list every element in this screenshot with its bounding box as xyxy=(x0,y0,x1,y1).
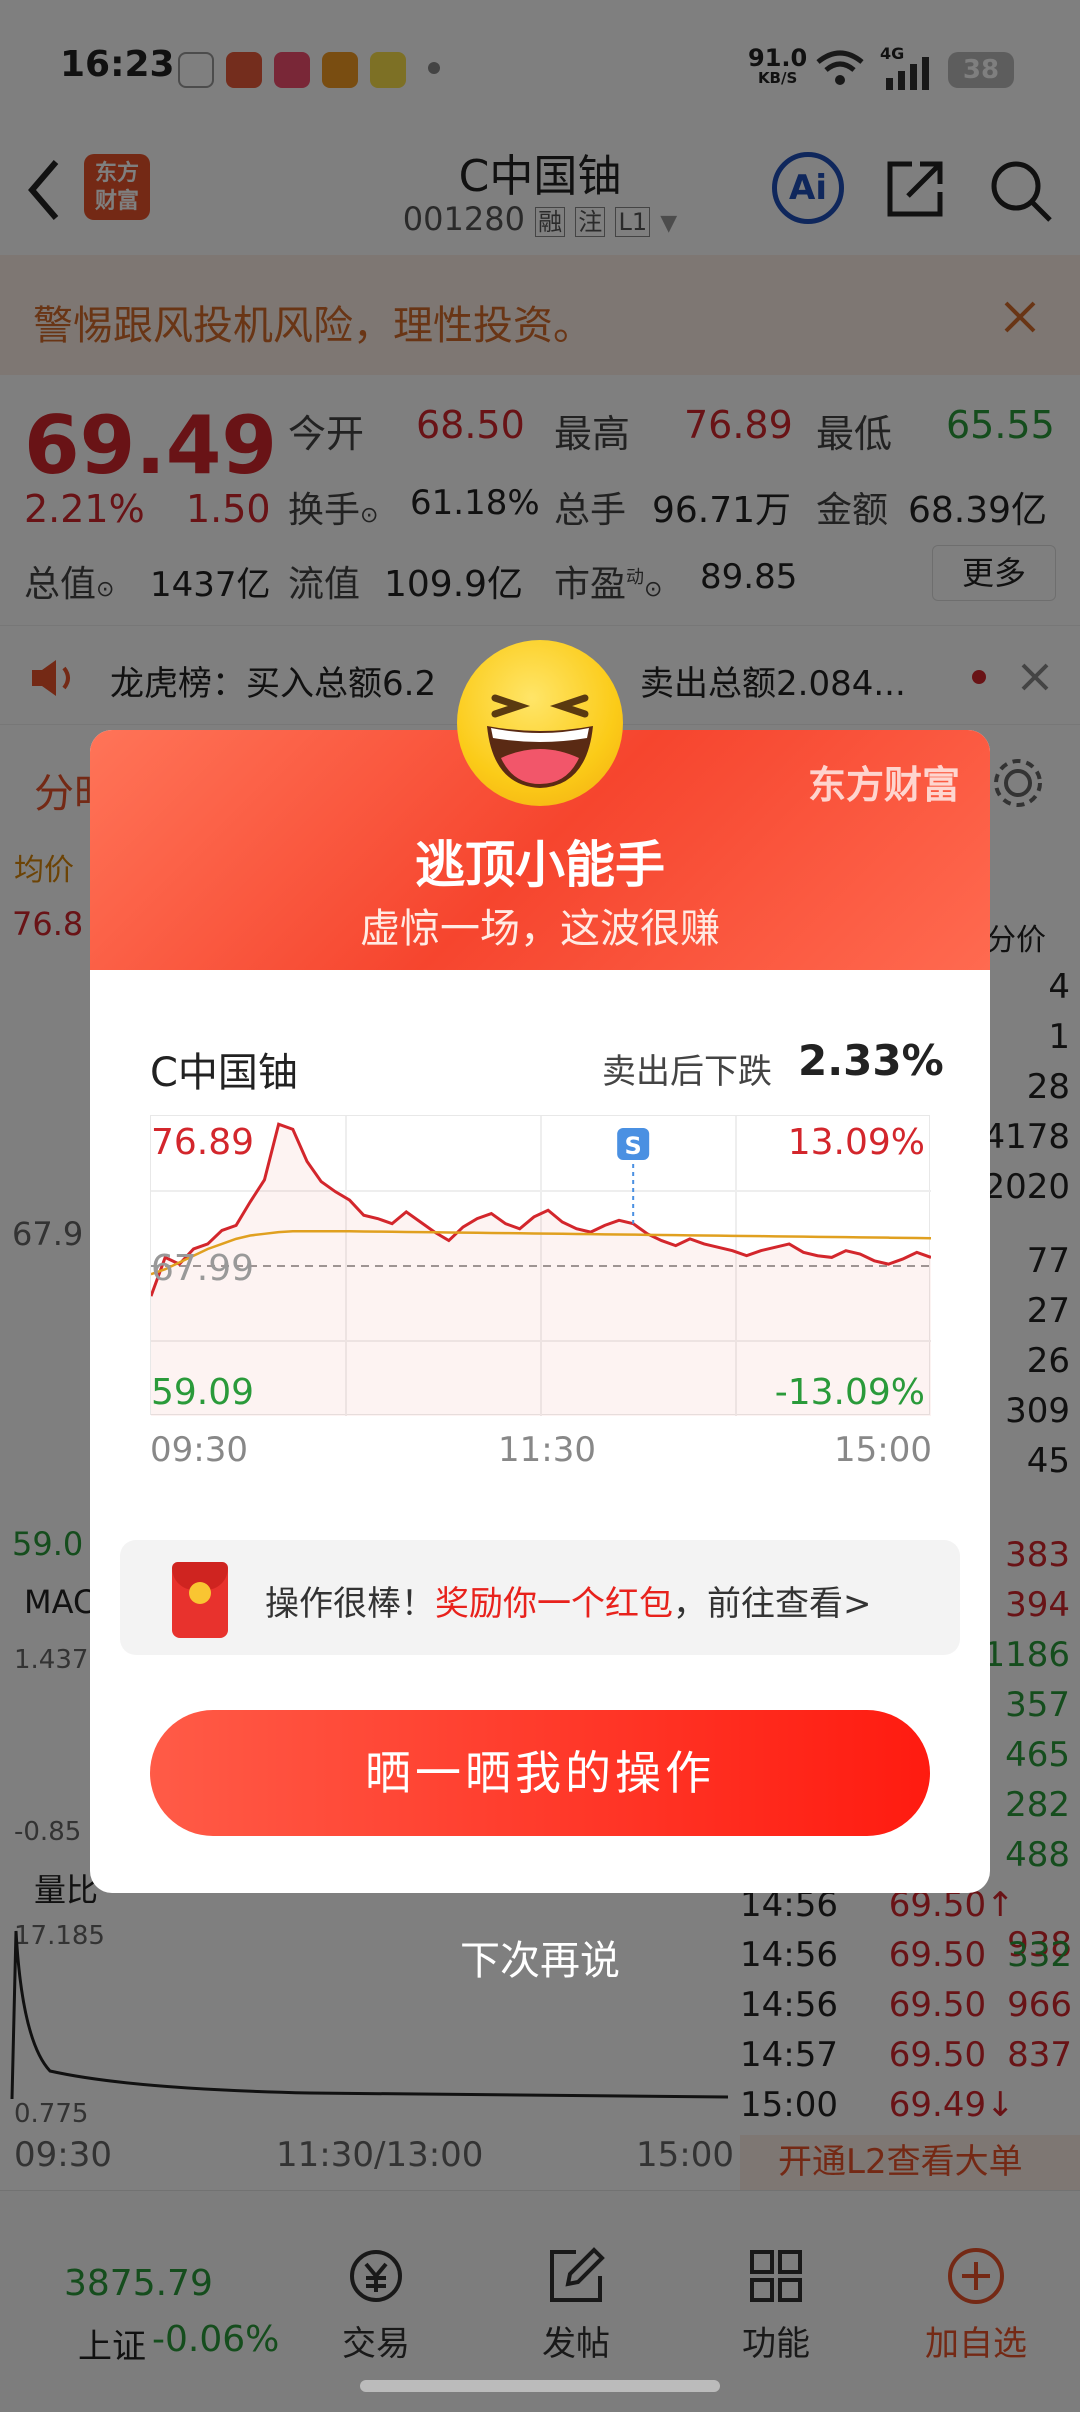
chart-time-open: 09:30 xyxy=(150,1430,248,1470)
laughing-emoji-icon xyxy=(457,640,623,806)
reward-text: 操作很棒！奖励你一个红包，前往查看> xyxy=(265,1584,872,1624)
chart-pct-high: 13.09% xyxy=(787,1122,925,1163)
red-packet-reward[interactable]: 操作很棒！奖励你一个红包，前往查看> xyxy=(120,1540,960,1655)
red-envelope-icon xyxy=(172,1562,228,1638)
sell-marker-label: S xyxy=(625,1132,642,1160)
chart-base-label: 67.99 xyxy=(151,1248,255,1289)
drop-value: 2.33% xyxy=(798,1036,944,1085)
home-indicator[interactable] xyxy=(360,2380,720,2392)
chart-low-label: 59.09 xyxy=(151,1372,255,1413)
modal-title: 逃顶小能手 xyxy=(415,836,665,894)
maybe-later-link[interactable]: 下次再说 xyxy=(0,1928,1080,1986)
modal-subtitle: 虚惊一场，这波很赚 xyxy=(360,906,720,952)
drop-label: 卖出后下跌 xyxy=(602,1052,772,1092)
modal-stock-name: C中国铀 xyxy=(150,1050,298,1096)
sell-chart: S 76.89 67.99 59.09 13.09% -13.09% xyxy=(149,1115,932,1416)
chart-time-mid: 11:30 xyxy=(498,1430,596,1470)
chart-pct-low: -13.09% xyxy=(774,1372,925,1413)
share-operation-button[interactable]: 晒一晒我的操作 xyxy=(150,1710,930,1836)
achievement-modal: 东方财富 逃顶小能手 虚惊一场，这波很赚 C中国铀 卖出后下跌 2.33% S … xyxy=(90,730,990,1893)
modal-brand: 东方财富 xyxy=(807,763,960,807)
chart-time-close: 15:00 xyxy=(834,1430,932,1470)
chart-high-label: 76.89 xyxy=(151,1122,255,1163)
